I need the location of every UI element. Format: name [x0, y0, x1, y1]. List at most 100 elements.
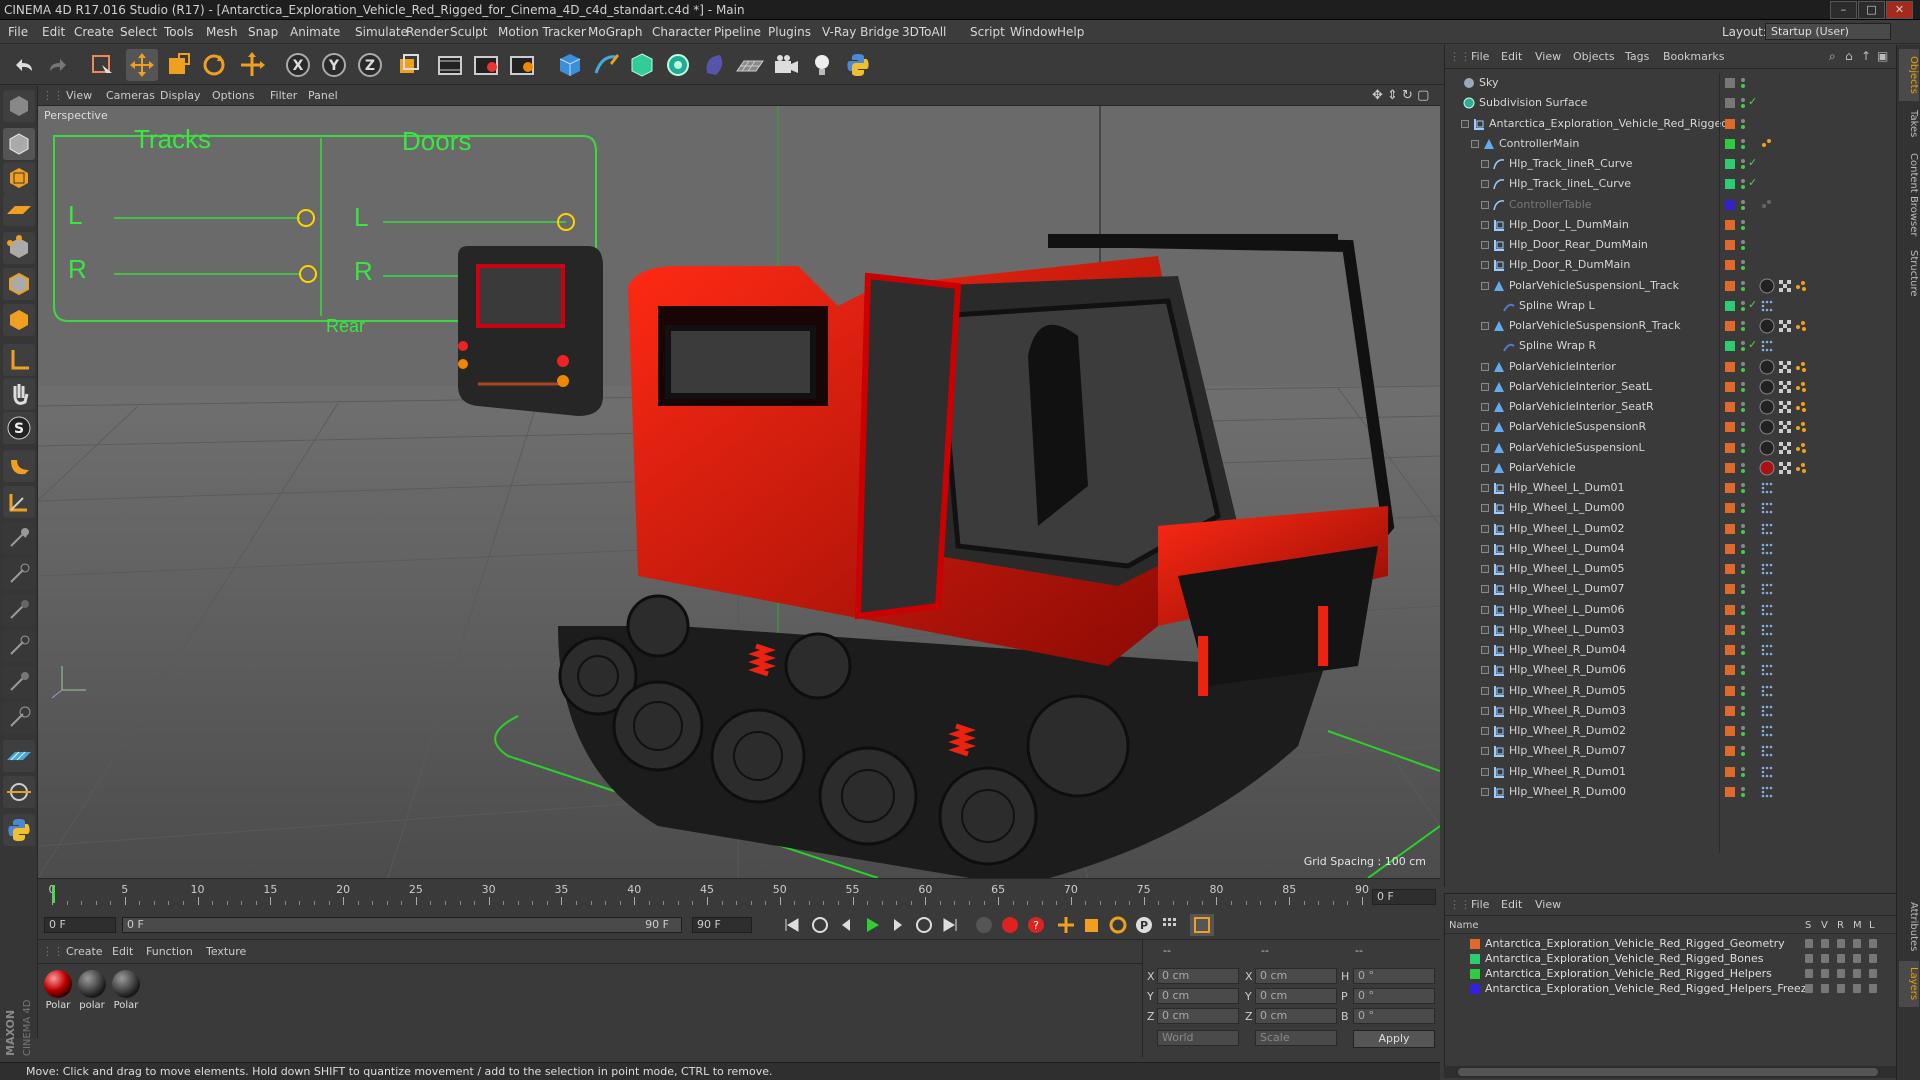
object-row[interactable]: PolarVehicleInterior — [1445, 357, 1897, 377]
layer-color-swatch[interactable] — [1725, 786, 1735, 797]
point-selection-tag-icon[interactable] — [1759, 480, 1775, 496]
uvw-tag-icon[interactable] — [1777, 278, 1793, 294]
previous-frame-icon[interactable] — [834, 914, 858, 936]
layer-manager-toggle-icon[interactable] — [1853, 969, 1861, 978]
layer-color-swatch[interactable] — [1725, 159, 1735, 169]
object-row[interactable]: Hlp_Wheel_R_Dum01 — [1445, 762, 1897, 782]
material-tag-icon[interactable] — [1759, 440, 1775, 456]
expand-toggle-icon[interactable] — [1481, 180, 1489, 189]
side-tab-content-browser[interactable]: Content Browser — [1899, 147, 1919, 243]
layer-color-swatch[interactable] — [1725, 381, 1735, 392]
object-name[interactable]: Hlp_Wheel_R_Dum00 — [1509, 785, 1626, 798]
z-axis-icon[interactable]: Z — [354, 49, 386, 81]
point-selection-tag-icon[interactable] — [1759, 642, 1775, 658]
object-menu-view[interactable]: View — [1535, 50, 1561, 63]
visibility-dots-icon[interactable] — [1740, 299, 1746, 313]
object-row[interactable]: PolarVehicle — [1445, 458, 1897, 478]
visibility-dots-icon[interactable] — [1740, 380, 1746, 394]
layer-menu-view[interactable]: View — [1535, 898, 1561, 911]
menu-script[interactable]: Script — [970, 25, 1005, 39]
position-z-field[interactable]: 0 cm — [1157, 1008, 1239, 1024]
object-name[interactable]: Hlp_Wheel_R_Dum05 — [1509, 684, 1626, 697]
visibility-dots-icon[interactable] — [1740, 441, 1746, 455]
menu-v-ray-bridge[interactable]: V-Ray Bridge — [822, 25, 899, 39]
material-tag-icon[interactable] — [1759, 460, 1775, 476]
menu-simulate[interactable]: Simulate — [355, 25, 408, 39]
object-column-divider[interactable] — [1719, 73, 1720, 853]
coordinate-system-icon[interactable] — [392, 49, 424, 81]
material-tag-icon[interactable] — [1759, 318, 1775, 334]
magnet-tool-icon[interactable] — [3, 450, 35, 482]
expand-toggle-icon[interactable] — [1481, 403, 1489, 411]
material-tag-icon[interactable] — [1759, 359, 1775, 375]
layer-row[interactable]: Antarctica_Exploration_Vehicle_Red_Rigge… — [1445, 951, 1897, 966]
model-mode-icon[interactable] — [3, 128, 35, 160]
viewport-menu-panel[interactable]: Panel — [308, 89, 338, 102]
layer-color-swatch[interactable] — [1725, 219, 1735, 230]
python-script-icon[interactable] — [842, 49, 874, 81]
layer-col-lock[interactable]: L — [1869, 920, 1875, 931]
layer-color-swatch[interactable] — [1725, 685, 1735, 696]
layer-view-toggle-icon[interactable] — [1821, 984, 1829, 993]
go-to-end-icon[interactable] — [938, 914, 962, 936]
object-name[interactable]: Hlp_Wheel_L_Dum06 — [1509, 603, 1625, 616]
material-menu-edit[interactable]: Edit — [112, 945, 133, 958]
object-name[interactable]: Hlp_Track_lineL_Curve — [1509, 177, 1631, 190]
layer-color-swatch[interactable] — [1725, 179, 1735, 190]
enabled-check-icon[interactable]: ✓ — [1748, 156, 1757, 169]
object-menu-file[interactable]: File — [1471, 50, 1489, 63]
object-row[interactable]: Hlp_Track_lineL_Curve ✓ — [1445, 174, 1897, 194]
transform-tool-icon[interactable] — [236, 49, 268, 81]
object-name[interactable]: Antarctica_Exploration_Vehicle_Red_Rigge… — [1489, 117, 1728, 130]
layer-color-swatch[interactable] — [1725, 604, 1735, 615]
expand-toggle-icon[interactable] — [1481, 585, 1489, 594]
enabled-check-icon[interactable]: ✓ — [1748, 298, 1757, 311]
menu-tools[interactable]: Tools — [164, 25, 194, 39]
object-name[interactable]: PolarVehicleInterior_SeatL — [1509, 380, 1652, 393]
render-settings-icon[interactable] — [506, 49, 538, 81]
object-name[interactable]: Hlp_Wheel_L_Dum03 — [1509, 623, 1625, 636]
key-pla-icon[interactable] — [1158, 914, 1182, 936]
expand-toggle-icon[interactable] — [1481, 605, 1489, 614]
redo-icon[interactable] — [42, 49, 74, 81]
expand-toggle-icon[interactable] — [1481, 706, 1489, 715]
viewport-nav-icons[interactable]: ✥ ⇕ ↻ ▢ — [1372, 88, 1429, 103]
visibility-dots-icon[interactable] — [1740, 76, 1746, 90]
material-swatch[interactable]: Polar — [42, 970, 74, 1011]
object-row[interactable]: Hlp_Wheel_L_Dum03 — [1445, 620, 1897, 640]
next-frame-icon[interactable] — [886, 914, 910, 936]
size-x-field[interactable]: 0 cm — [1255, 968, 1337, 984]
layer-lock-toggle-icon[interactable] — [1869, 939, 1877, 948]
object-row[interactable]: ControllerMain — [1445, 134, 1897, 154]
sketch-tool-icon[interactable] — [3, 776, 35, 808]
size-mode-dropdown[interactable]: Scale — [1255, 1030, 1337, 1046]
texture-mode-icon[interactable] — [3, 162, 35, 194]
object-row[interactable]: Hlp_Wheel_L_Dum05 — [1445, 559, 1897, 579]
layer-col-manager[interactable]: M — [1853, 920, 1862, 931]
menu-3dtoall[interactable]: 3DToAll — [902, 25, 946, 39]
visibility-dots-icon[interactable] — [1740, 238, 1746, 252]
timeline-playhead[interactable] — [52, 885, 55, 903]
object-name[interactable]: PolarVehicleInterior_SeatR — [1509, 400, 1654, 413]
next-key-icon[interactable] — [912, 914, 936, 936]
expand-toggle-icon[interactable] — [1481, 666, 1489, 675]
go-to-start-icon[interactable] — [780, 914, 804, 936]
object-row[interactable]: Hlp_Door_R_DumMain — [1445, 255, 1897, 275]
visibility-dots-icon[interactable] — [1740, 582, 1746, 596]
object-row[interactable]: Hlp_Wheel_R_Dum07 — [1445, 741, 1897, 761]
visibility-dots-icon[interactable] — [1740, 704, 1746, 718]
object-name[interactable]: PolarVehicle — [1509, 461, 1576, 474]
object-up-icon[interactable]: ↑ — [1861, 49, 1871, 63]
point-selection-tag-icon[interactable] — [1759, 561, 1775, 577]
layer-color-swatch[interactable] — [1725, 564, 1735, 574]
object-row[interactable]: Hlp_Wheel_L_Dum00 — [1445, 498, 1897, 518]
object-row[interactable]: Hlp_Wheel_L_Dum04 — [1445, 539, 1897, 559]
layer-name[interactable]: Antarctica_Exploration_Vehicle_Red_Rigge… — [1485, 982, 1813, 995]
previous-key-icon[interactable] — [808, 914, 832, 936]
uvw-tag-icon[interactable] — [1777, 379, 1793, 395]
material-tag-icon[interactable] — [1759, 419, 1775, 435]
layer-row[interactable]: Antarctica_Exploration_Vehicle_Red_Rigge… — [1445, 936, 1897, 951]
layer-menu-edit[interactable]: Edit — [1501, 898, 1522, 911]
visibility-dots-icon[interactable] — [1740, 785, 1746, 799]
visibility-dots-icon[interactable] — [1740, 157, 1746, 171]
